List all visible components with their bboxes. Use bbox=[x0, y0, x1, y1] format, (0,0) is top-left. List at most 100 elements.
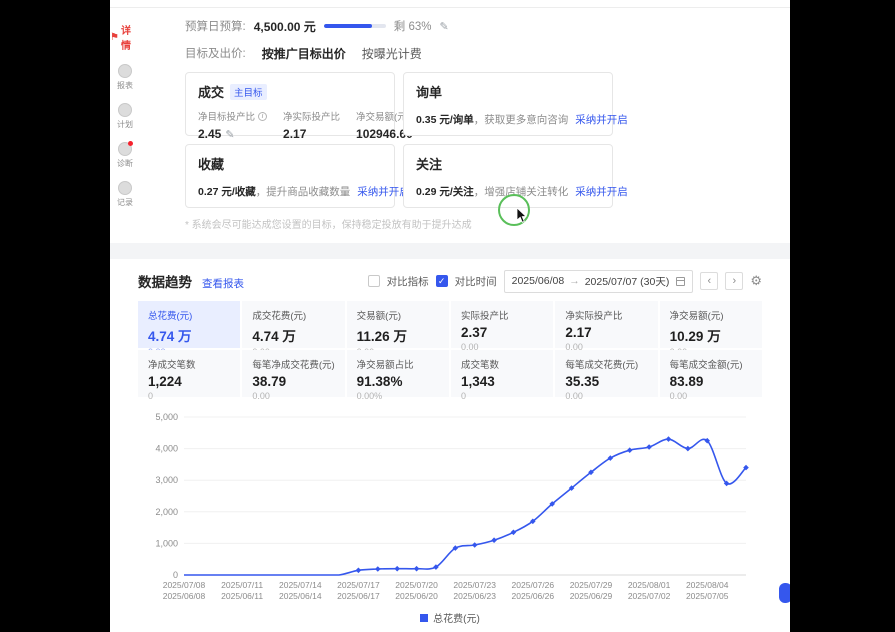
tab-impression-billing[interactable]: 按曝光计费 bbox=[362, 45, 422, 62]
chart-legend: 总花费(元) bbox=[138, 610, 762, 625]
section-gap bbox=[110, 243, 790, 259]
goal-desc: ，获取更多意向咨询 bbox=[474, 114, 569, 126]
trend-line-chart: 0 1,000 2,000 3,000 4,000 5,000 2025/07/08 2025… bbox=[138, 409, 762, 610]
compare-time-checkbox[interactable]: ✓ bbox=[436, 275, 448, 287]
budget-progress-bar bbox=[324, 24, 386, 28]
svg-text:2025/08/01: 2025/08/01 bbox=[628, 580, 671, 590]
svg-text:2025/06/20: 2025/06/20 bbox=[395, 591, 438, 601]
calendar-icon bbox=[676, 277, 685, 286]
bidding-label: 目标及出价: bbox=[185, 45, 246, 61]
view-report-link[interactable]: 查看报表 bbox=[202, 276, 244, 291]
prev-period-button[interactable]: ‹ bbox=[700, 272, 718, 290]
goal-card-title: 成交 bbox=[198, 82, 224, 101]
edit-target-roi-icon[interactable]: ✎ bbox=[225, 128, 234, 141]
anchor-item-label: 详情 bbox=[121, 22, 140, 52]
budget-remaining: 剩 63% bbox=[394, 18, 432, 34]
record-icon bbox=[118, 181, 132, 195]
svg-text:2025/07/29: 2025/07/29 bbox=[570, 580, 613, 590]
compare-metric-checkbox[interactable] bbox=[368, 275, 380, 287]
anchor-nav: ⚑ 详情 报表 计划 诊断 记录 bbox=[110, 22, 140, 208]
anchor-item-label: 报表 bbox=[117, 80, 133, 91]
next-period-button[interactable]: › bbox=[725, 272, 743, 290]
svg-text:4,000: 4,000 bbox=[155, 444, 178, 454]
metric-value: 2.45 bbox=[198, 127, 221, 141]
metric-card-orders[interactable]: 成交笔数 1,343 0 bbox=[451, 350, 553, 397]
metric-card-gmv[interactable]: 交易额(元) 11.26 万 0.00 bbox=[347, 301, 449, 348]
metric-card-cost-per-net-order[interactable]: 每笔净成交花费(元) 38.79 0.00 bbox=[242, 350, 344, 397]
tab-goal-bidding[interactable]: 按推广目标出价 bbox=[262, 45, 346, 62]
metric-card-amount-per-order[interactable]: 每笔成交金额(元) 83.89 0.00 bbox=[660, 350, 762, 397]
svg-text:2025/07/26: 2025/07/26 bbox=[512, 580, 555, 590]
metric-label: 净目标投产比 bbox=[198, 109, 255, 123]
anchor-item-report[interactable]: 报表 bbox=[117, 64, 133, 91]
metric-card-net-orders[interactable]: 净成交笔数 1,224 0 bbox=[138, 350, 240, 397]
date-arrow: → bbox=[569, 275, 580, 287]
notification-dot bbox=[128, 141, 133, 146]
svg-text:0: 0 bbox=[173, 570, 178, 580]
svg-text:2025/07/05: 2025/07/05 bbox=[686, 591, 729, 601]
anchor-item-label: 记录 bbox=[117, 197, 133, 208]
date-start: 2025/06/08 bbox=[512, 275, 565, 287]
svg-text:2025/07/14: 2025/07/14 bbox=[279, 580, 322, 590]
goal-card-favorite[interactable]: 收藏 0.27 元/收藏，提升商品收藏数量 采纳并开启 bbox=[185, 144, 395, 208]
metric-card-net-roi[interactable]: 净实际投产比 2.17 0.00 bbox=[555, 301, 657, 348]
metric-label: 净实际投产比 bbox=[283, 109, 340, 123]
metric-card-total-cost[interactable]: 总花费(元) 4.74 万 0.00 bbox=[138, 301, 240, 348]
metric-card-roi[interactable]: 实际投产比 2.37 0.00 bbox=[451, 301, 553, 348]
svg-text:2025/06/17: 2025/06/17 bbox=[337, 591, 380, 601]
anchor-item-detail[interactable]: ⚑ 详情 bbox=[110, 22, 140, 52]
legend-label: 总花费(元) bbox=[433, 610, 480, 625]
metric-card-net-gmv-ratio[interactable]: 净交易额占比 91.38% 0.00% bbox=[347, 350, 449, 397]
campaign-detail-page: ⚑ 详情 报表 计划 诊断 记录 预算日预算: 4,5 bbox=[110, 0, 790, 632]
mouse-cursor-icon bbox=[516, 208, 530, 224]
svg-text:2025/07/23: 2025/07/23 bbox=[453, 580, 496, 590]
settings-gear-icon[interactable]: ⚙ bbox=[750, 273, 762, 289]
anchor-item-record[interactable]: 记录 bbox=[117, 181, 133, 208]
metric-card-net-gmv[interactable]: 净交易额(元) 10.29 万 0.00 bbox=[660, 301, 762, 348]
budget-goal-section: 预算日预算: 4,500.00 元 剩 63% ✎ 目标及出价: 按推广目标出价… bbox=[110, 8, 790, 231]
adopt-enable-link[interactable]: 采纳并开启 bbox=[357, 186, 410, 198]
goal-note: * 系统会尽可能达成您设置的目标，保持稳定投放有助于提升达成 bbox=[185, 216, 760, 231]
anchor-item-diagnose[interactable]: 诊断 bbox=[117, 142, 133, 169]
adopt-enable-link[interactable]: 采纳并开启 bbox=[575, 114, 628, 126]
svg-text:3,000: 3,000 bbox=[155, 475, 178, 485]
svg-text:1,000: 1,000 bbox=[155, 538, 178, 548]
flag-icon: ⚑ bbox=[110, 32, 119, 43]
metric-card-deal-cost[interactable]: 成交花费(元) 4.74 万 0.00 bbox=[242, 301, 344, 348]
budget-amount: 4,500.00 元 bbox=[254, 18, 316, 35]
anchor-item-plan[interactable]: 计划 bbox=[117, 103, 133, 130]
goal-card-title: 关注 bbox=[416, 154, 442, 173]
plan-icon bbox=[118, 103, 132, 117]
date-range-picker[interactable]: 2025/06/08 → 2025/07/07 (30天) bbox=[504, 270, 694, 293]
edit-budget-icon[interactable]: ✎ bbox=[439, 20, 448, 33]
svg-text:2025/07/11: 2025/07/11 bbox=[221, 580, 263, 590]
scroll-indicator[interactable] bbox=[779, 583, 790, 603]
report-icon bbox=[118, 64, 132, 78]
compare-metric-label: 对比指标 bbox=[387, 274, 429, 289]
top-divider bbox=[110, 0, 790, 8]
adopt-enable-link[interactable]: 采纳并开启 bbox=[575, 186, 628, 198]
compare-time-label: 对比时间 bbox=[455, 274, 497, 289]
svg-text:2,000: 2,000 bbox=[155, 507, 178, 517]
svg-text:2025/08/04: 2025/08/04 bbox=[686, 580, 729, 590]
app-window: ⚑ 详情 报表 计划 诊断 记录 预算日预算: 4,5 bbox=[0, 0, 895, 632]
date-end: 2025/07/07 (30天) bbox=[585, 274, 670, 289]
svg-text:2025/07/02: 2025/07/02 bbox=[628, 591, 671, 601]
svg-text:2025/07/17: 2025/07/17 bbox=[337, 580, 380, 590]
info-icon[interactable]: i bbox=[258, 112, 267, 121]
goal-card-grid: 成交 主目标 净目标投产比i 2.45✎ 净实际投产比 2.17 bbox=[185, 72, 760, 208]
svg-text:2025/06/23: 2025/06/23 bbox=[453, 591, 496, 601]
svg-text:5,000: 5,000 bbox=[155, 412, 178, 422]
metric-card-cost-per-order[interactable]: 每笔成交花费(元) 35.35 0.00 bbox=[555, 350, 657, 397]
goal-card-inquiry[interactable]: 询单 0.35 元/询单，获取更多意向咨询 采纳并开启 bbox=[403, 72, 613, 136]
metric-label: 净交易额(元) bbox=[356, 109, 410, 123]
goal-card-deal[interactable]: 成交 主目标 净目标投产比i 2.45✎ 净实际投产比 2.17 bbox=[185, 72, 395, 136]
svg-text:2025/07/08: 2025/07/08 bbox=[163, 580, 206, 590]
goal-card-title: 收藏 bbox=[198, 154, 224, 173]
goal-price: 0.35 元/询单 bbox=[416, 114, 474, 126]
legend-swatch bbox=[420, 614, 428, 622]
svg-text:2025/06/11: 2025/06/11 bbox=[221, 591, 263, 601]
click-highlight-ring bbox=[498, 194, 530, 226]
primary-goal-badge: 主目标 bbox=[230, 84, 267, 100]
goal-card-title: 询单 bbox=[416, 82, 442, 101]
